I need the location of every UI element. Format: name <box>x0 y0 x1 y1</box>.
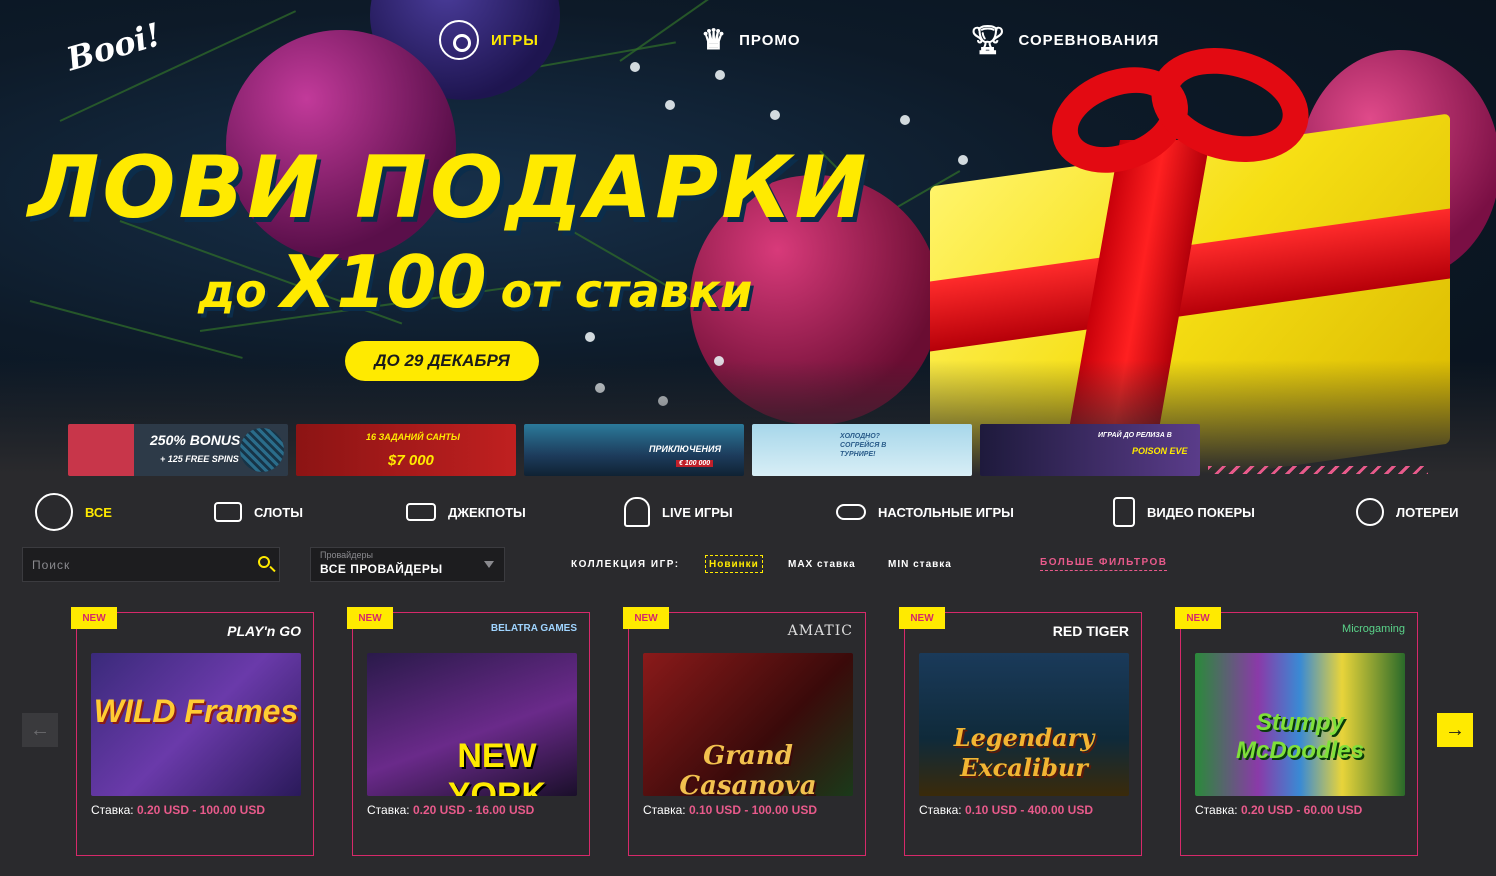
game-card[interactable]: NEW BELATRA GAMES NEW YORK Ставка: 0.20 … <box>347 607 590 856</box>
game-thumbnail[interactable]: NEW YORK <box>367 653 577 796</box>
provider-logo: RED TIGER <box>1052 623 1129 639</box>
provider-label: Провайдеры <box>320 550 373 560</box>
carousel-prev-button[interactable]: ← <box>22 713 58 747</box>
category-jackpots[interactable]: ДЖЕКПОТЫ <box>406 490 526 534</box>
table-games-icon <box>836 504 866 520</box>
decorative-stripe <box>1208 466 1428 474</box>
new-badge: NEW <box>71 607 117 629</box>
nav-competitions[interactable]: 🏆︎ СОРЕВНОВАНИЯ <box>970 18 1159 62</box>
new-badge: NEW <box>623 607 669 629</box>
live-dealer-icon <box>624 497 650 527</box>
game-card[interactable]: NEW AMATIC Grand Casanova Ставка: 0.10 U… <box>623 607 866 856</box>
promo-thumb-bonus[interactable]: 250% BONUS + 125 FREE SPINS <box>68 424 288 476</box>
game-card[interactable]: NEW Microgaming Stumpy McDoodles Ставка:… <box>1175 607 1418 856</box>
trophy-icon: 🏆︎ <box>970 24 1007 55</box>
promo-thumb-santa[interactable]: 16 ЗАДАНИЙ САНТЫ $7 000 <box>296 424 516 476</box>
nav-promo-label: ПРОМО <box>739 31 801 49</box>
stake-range: Ставка: 0.20 USD - 60.00 USD <box>1195 803 1363 817</box>
category-video-poker[interactable]: ВИДЕО ПОКЕРЫ <box>1113 490 1255 534</box>
category-bar: ВСЕ СЛОТЫ ДЖЕКПОТЫ LIVE ИГРЫ НАСТОЛЬНЫЕ … <box>0 490 1496 534</box>
promo-thumb-adventures[interactable]: ПРИКЛЮЧЕНИЯ € 100 000 <box>524 424 744 476</box>
new-badge: NEW <box>1175 607 1221 629</box>
category-table-games[interactable]: НАСТОЛЬНЫЕ ИГРЫ <box>836 490 1014 534</box>
jackpot-icon <box>406 503 436 521</box>
roulette-icon <box>439 20 479 60</box>
hero-date-button[interactable]: ДО 29 ДЕКАБРЯ <box>345 341 539 381</box>
chip-max-stake[interactable]: MAX ставка <box>785 555 859 573</box>
arrow-right-icon: → <box>1445 718 1465 741</box>
provider-logo: Microgaming <box>1342 623 1405 635</box>
stake-range: Ставка: 0.20 USD - 16.00 USD <box>367 803 535 817</box>
chip-new[interactable]: Новинки <box>705 555 763 573</box>
category-lotteries[interactable]: ЛОТЕРЕИ <box>1356 490 1459 534</box>
nav-games[interactable]: ИГРЫ <box>439 18 539 62</box>
hero-subline: до X100 от ставки <box>198 240 753 324</box>
search-icon[interactable] <box>258 556 270 568</box>
nav-promo[interactable]: ♛ ПРОМО <box>701 18 801 62</box>
nav-competitions-label: СОРЕВНОВАНИЯ <box>1018 31 1160 49</box>
category-live[interactable]: LIVE ИГРЫ <box>624 490 733 534</box>
promo-thumb-tournament[interactable]: ХОЛОДНО? СОГРЕЙСЯ В ТУРНИРЕ! <box>752 424 972 476</box>
search-input[interactable] <box>23 548 243 581</box>
promo-thumb-poison-eve[interactable]: ИГРАЙ ДО РЕЛИЗА В POISON EVE <box>980 424 1200 476</box>
slot-machine-icon <box>214 502 242 522</box>
more-filters-link[interactable]: БОЛЬШЕ ФИЛЬТРОВ <box>1040 557 1168 571</box>
chevron-down-icon <box>484 561 494 568</box>
category-all[interactable]: ВСЕ <box>35 490 112 534</box>
provider-logo: AMATIC <box>787 623 853 639</box>
all-games-icon <box>35 493 73 531</box>
search-box <box>22 547 280 582</box>
game-card[interactable]: NEW PLAY'n GO WILD Frames Ставка: 0.20 U… <box>71 607 314 856</box>
new-badge: NEW <box>347 607 393 629</box>
game-thumbnail[interactable]: Stumpy McDoodles <box>1195 653 1405 796</box>
provider-select[interactable]: Провайдеры ВСЕ ПРОВАЙДЕРЫ <box>310 547 505 582</box>
provider-logo: BELATRA GAMES <box>490 623 577 634</box>
crown-icon: ♛ <box>701 24 728 55</box>
stake-range: Ставка: 0.20 USD - 100.00 USD <box>91 803 266 817</box>
provider-value: ВСЕ ПРОВАЙДЕРЫ <box>320 562 443 576</box>
hero-banner[interactable]: Booi! ИГРЫ ♛ ПРОМО 🏆︎ СОРЕВНОВАНИЯ ЛОВИ … <box>0 0 1496 480</box>
stake-range: Ставка: 0.10 USD - 100.00 USD <box>643 803 818 817</box>
game-thumbnail[interactable]: Grand Casanova <box>643 653 853 796</box>
chip-min-stake[interactable]: MIN ставка <box>885 555 955 573</box>
booi-logo[interactable]: Booi! <box>62 15 165 106</box>
nav-games-label: ИГРЫ <box>491 31 539 49</box>
game-thumbnail[interactable]: WILD Frames <box>91 653 301 796</box>
collection-label: КОЛЛЕКЦИЯ ИГР: <box>571 559 680 570</box>
carousel-next-button[interactable]: → <box>1437 713 1473 747</box>
ferris-wheel-icon <box>1356 498 1384 526</box>
game-card[interactable]: NEW RED TIGER Legendary Excalibur Ставка… <box>899 607 1142 856</box>
arrow-left-icon: ← <box>30 718 50 741</box>
provider-logo: PLAY'n GO <box>227 623 301 639</box>
game-thumbnail[interactable]: Legendary Excalibur <box>919 653 1129 796</box>
hero-headline: ЛОВИ ПОДАРКИ <box>28 138 870 238</box>
new-badge: NEW <box>899 607 945 629</box>
stake-range: Ставка: 0.10 USD - 400.00 USD <box>919 803 1094 817</box>
video-poker-icon <box>1113 497 1135 527</box>
category-slots[interactable]: СЛОТЫ <box>214 490 303 534</box>
